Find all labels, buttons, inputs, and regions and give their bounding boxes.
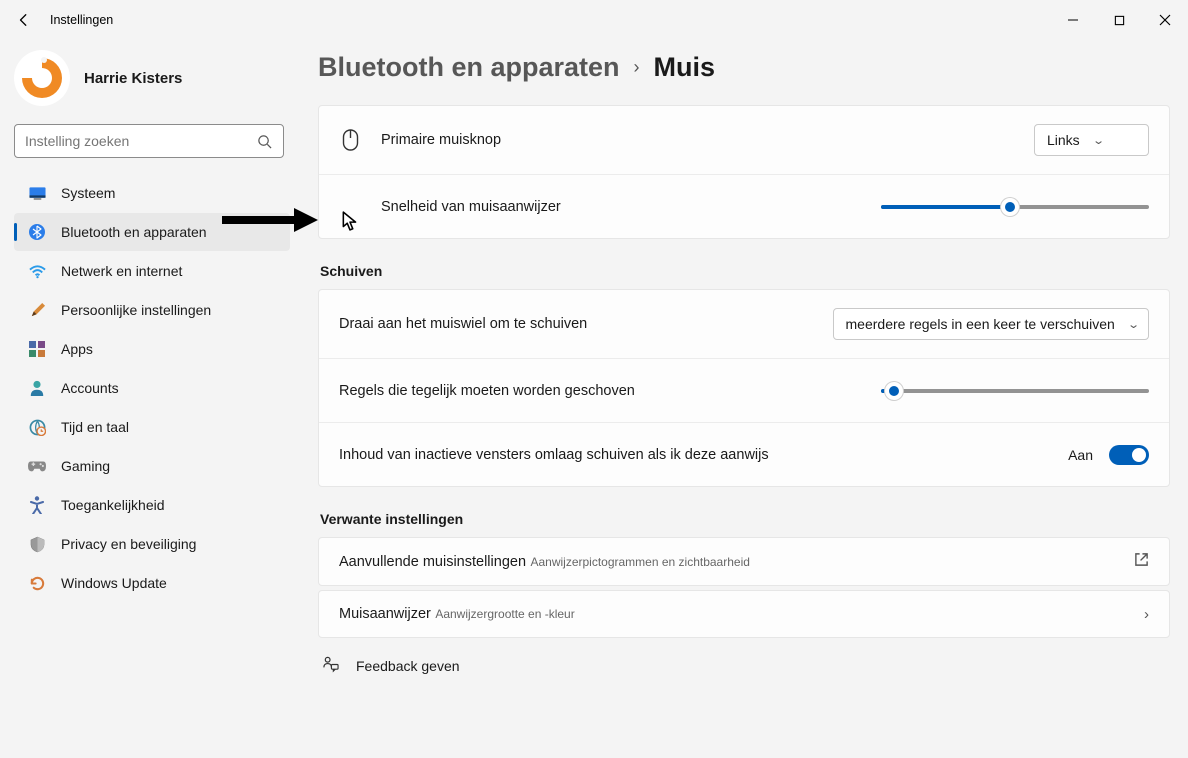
breadcrumb-current: Muis — [654, 52, 716, 83]
sidebar-item-label: Apps — [61, 341, 93, 357]
bluetooth-icon — [28, 224, 46, 240]
mouse-basic-card: Primaire muisknop Links ⌄ Snelheid van m… — [318, 105, 1170, 239]
search-icon — [257, 134, 273, 149]
sidebar-item-label: Toegankelijkheid — [61, 497, 165, 513]
main-content: Bluetooth en apparaten › Muis Primaire m… — [300, 40, 1188, 696]
sidebar-item-system[interactable]: Systeem — [14, 174, 290, 212]
dropdown-value: Links — [1047, 132, 1080, 148]
sidebar-item-update[interactable]: Windows Update — [14, 564, 290, 602]
link-subtitle: Aanwijzerpictogrammen en zichtbaarheid — [530, 555, 749, 569]
gamepad-icon — [28, 459, 46, 473]
scroll-wheel-dropdown[interactable]: meerdere regels in een keer te verschuiv… — [833, 308, 1149, 340]
related-heading: Verwante instellingen — [320, 511, 1170, 527]
sidebar-item-gaming[interactable]: Gaming — [14, 447, 290, 485]
sidebar: Harrie Kisters Systeem Bluetooth en appa… — [0, 40, 300, 696]
minimize-button[interactable] — [1050, 0, 1096, 40]
sidebar-item-label: Accounts — [61, 380, 119, 396]
wifi-icon — [28, 263, 46, 280]
feedback-label: Feedback geven — [356, 658, 460, 674]
close-button[interactable] — [1142, 0, 1188, 40]
primary-button-dropdown[interactable]: Links ⌄ — [1034, 124, 1149, 156]
sidebar-item-label: Persoonlijke instellingen — [61, 302, 211, 318]
titlebar: Instellingen — [0, 0, 1188, 40]
user-name: Harrie Kisters — [84, 70, 182, 87]
link-title: Muisaanwijzer — [339, 606, 431, 622]
chevron-right-icon: › — [634, 57, 640, 78]
dropdown-value: meerdere regels in een keer te verschuiv… — [846, 316, 1115, 332]
brush-icon — [28, 302, 46, 319]
person-icon — [28, 380, 46, 396]
primary-button-label: Primaire muisknop — [381, 132, 501, 148]
scroll-card: Draai aan het muiswiel om te schuiven me… — [318, 289, 1170, 487]
window-title: Instellingen — [50, 13, 113, 27]
inactive-scroll-toggle[interactable] — [1109, 445, 1149, 465]
pointer-speed-slider[interactable] — [881, 199, 1149, 215]
sidebar-item-network[interactable]: Netwerk en internet — [14, 252, 290, 290]
feedback-link[interactable]: Feedback geven — [318, 646, 1170, 686]
lines-at-once-row: Regels die tegelijk moeten worden gescho… — [319, 358, 1169, 422]
chevron-right-icon: › — [1144, 606, 1149, 623]
scroll-wheel-label: Draai aan het muiswiel om te schuiven — [339, 316, 587, 332]
breadcrumb-parent[interactable]: Bluetooth en apparaten — [318, 52, 620, 83]
sidebar-item-time[interactable]: Tijd en taal — [14, 408, 290, 446]
chevron-down-icon: ⌄ — [1092, 134, 1105, 147]
inactive-scroll-label: Inhoud van inactieve vensters omlaag sch… — [339, 447, 769, 463]
search-input[interactable] — [25, 133, 257, 149]
display-icon — [28, 185, 46, 202]
sidebar-item-personalization[interactable]: Persoonlijke instellingen — [14, 291, 290, 329]
sidebar-item-label: Netwerk en internet — [61, 263, 182, 279]
update-icon — [28, 575, 46, 592]
link-title: Aanvullende muisinstellingen — [339, 554, 526, 570]
sidebar-item-accounts[interactable]: Accounts — [14, 369, 290, 407]
window-controls — [1050, 0, 1188, 40]
sidebar-item-privacy[interactable]: Privacy en beveiliging — [14, 525, 290, 563]
shield-icon — [28, 536, 46, 553]
pointer-speed-label: Snelheid van muisaanwijzer — [381, 199, 561, 215]
back-button[interactable] — [14, 13, 34, 27]
mouse-icon — [339, 129, 361, 151]
maximize-button[interactable] — [1096, 0, 1142, 40]
search-box[interactable] — [14, 124, 284, 158]
breadcrumb: Bluetooth en apparaten › Muis — [318, 52, 1170, 83]
sidebar-item-label: Tijd en taal — [61, 419, 129, 435]
avatar — [14, 50, 70, 106]
lines-at-once-slider[interactable] — [881, 383, 1149, 399]
primary-button-row: Primaire muisknop Links ⌄ — [319, 106, 1169, 174]
link-subtitle: Aanwijzergrootte en -kleur — [435, 607, 574, 621]
chevron-down-icon: ⌄ — [1127, 318, 1140, 331]
sidebar-item-label: Windows Update — [61, 575, 167, 591]
scroll-heading: Schuiven — [320, 263, 1170, 279]
pointer-link[interactable]: Muisaanwijzer Aanwijzergrootte en -kleur… — [318, 590, 1170, 638]
sidebar-item-label: Privacy en beveiliging — [61, 536, 196, 552]
globe-clock-icon — [28, 419, 46, 436]
sidebar-item-accessibility[interactable]: Toegankelijkheid — [14, 486, 290, 524]
extra-mouse-link[interactable]: Aanvullende muisinstellingen Aanwijzerpi… — [318, 537, 1170, 586]
pointer-speed-row: Snelheid van muisaanwijzer — [319, 174, 1169, 238]
sidebar-item-bluetooth[interactable]: Bluetooth en apparaten — [14, 213, 290, 251]
user-block[interactable]: Harrie Kisters — [14, 50, 290, 106]
accessibility-icon — [28, 496, 46, 514]
open-external-icon — [1134, 552, 1149, 571]
sidebar-item-apps[interactable]: Apps — [14, 330, 290, 368]
inactive-scroll-row: Inhoud van inactieve vensters omlaag sch… — [319, 422, 1169, 486]
apps-icon — [28, 341, 46, 357]
feedback-icon — [322, 656, 340, 676]
sidebar-item-label: Gaming — [61, 458, 110, 474]
toggle-state-label: Aan — [1068, 447, 1093, 463]
sidebar-item-label: Bluetooth en apparaten — [61, 224, 207, 240]
nav-list: Systeem Bluetooth en apparaten Netwerk e… — [14, 174, 290, 602]
lines-at-once-label: Regels die tegelijk moeten worden gescho… — [339, 383, 635, 399]
sidebar-item-label: Systeem — [61, 185, 115, 201]
scroll-wheel-row: Draai aan het muiswiel om te schuiven me… — [319, 290, 1169, 358]
